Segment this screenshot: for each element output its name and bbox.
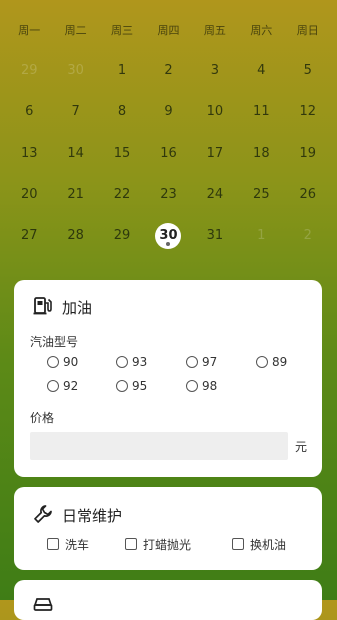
maintenance-item-car-wash[interactable]: 洗车 xyxy=(47,535,89,553)
fuel-option-95[interactable]: 95 xyxy=(116,377,147,395)
price-input[interactable] xyxy=(30,432,288,460)
calendar-day-outside[interactable]: 1 xyxy=(238,226,284,246)
calendar-day[interactable]: 24 xyxy=(192,185,238,205)
fuel-option-98[interactable]: 98 xyxy=(186,377,217,395)
maintenance-item-oil-change[interactable]: 换机油 xyxy=(232,535,286,553)
calendar-day[interactable]: 17 xyxy=(192,144,238,164)
weekday-label: 周三 xyxy=(111,24,134,37)
calendar-week: 29 30 1 2 3 4 5 xyxy=(6,61,331,81)
calendar-day[interactable]: 23 xyxy=(145,185,191,205)
weekday-label: 周五 xyxy=(203,24,226,37)
maintenance-item-label: 换机油 xyxy=(250,537,287,552)
calendar-day[interactable]: 22 xyxy=(99,185,145,205)
today-number: 30 xyxy=(159,228,178,243)
calendar-day-outside[interactable]: 29 xyxy=(6,61,52,81)
maintenance-item-wax-polish[interactable]: 打蜡抛光 xyxy=(125,535,191,553)
car-icon xyxy=(32,592,54,614)
price-unit: 元 xyxy=(295,440,308,454)
fuel-option-label: 98 xyxy=(202,379,218,393)
calendar-day[interactable]: 1 xyxy=(99,61,145,81)
weekday-label: 周二 xyxy=(64,24,87,37)
calendar-day[interactable]: 18 xyxy=(238,144,284,164)
fuel-pump-icon xyxy=(32,295,54,317)
radio-circle xyxy=(256,356,268,368)
calendar-week: 6 7 8 9 10 11 12 xyxy=(6,102,331,122)
calendar-day[interactable]: 9 xyxy=(145,102,191,122)
fuel-card-title: 加油 xyxy=(62,299,93,317)
calendar-week: 27 28 29 30 31 1 2 xyxy=(6,223,331,249)
calendar-day[interactable]: 12 xyxy=(285,102,331,122)
fuel-option-label: 89 xyxy=(272,355,288,369)
calendar-day[interactable]: 5 xyxy=(285,61,331,81)
radio-circle xyxy=(116,356,128,368)
calendar-week: 20 21 22 23 24 25 26 xyxy=(6,185,331,205)
maintenance-item-label: 洗车 xyxy=(65,537,90,552)
maintenance-card: 日常维护 洗车 打蜡抛光 换机油 xyxy=(14,487,322,570)
fuel-card: 加油 汽油型号 90 93 97 89 92 95 98 价格 元 xyxy=(14,280,322,477)
fuel-option-93[interactable]: 93 xyxy=(116,353,147,371)
weekday-label: 周四 xyxy=(157,24,180,37)
radio-circle xyxy=(186,356,198,368)
calendar-day[interactable]: 11 xyxy=(238,102,284,122)
maintenance-card-title: 日常维护 xyxy=(62,507,123,525)
calendar-day[interactable]: 25 xyxy=(238,185,284,205)
calendar-day[interactable]: 26 xyxy=(285,185,331,205)
calendar-day[interactable]: 2 xyxy=(145,61,191,81)
weekday-label: 周六 xyxy=(250,24,273,37)
checkbox xyxy=(232,538,244,550)
calendar-day[interactable]: 27 xyxy=(6,226,52,246)
weekday-label: 周一 xyxy=(18,24,41,37)
fuel-option-90[interactable]: 90 xyxy=(47,353,78,371)
calendar-day[interactable]: 8 xyxy=(99,102,145,122)
calendar-day[interactable]: 21 xyxy=(52,185,98,205)
radio-circle xyxy=(47,380,59,392)
calendar-day[interactable]: 10 xyxy=(192,102,238,122)
radio-circle xyxy=(186,380,198,392)
fuel-option-label: 95 xyxy=(132,379,148,393)
calendar-day-outside[interactable]: 30 xyxy=(52,61,98,81)
calendar-day[interactable]: 28 xyxy=(52,226,98,246)
maintenance-item-label: 打蜡抛光 xyxy=(143,537,192,552)
checkbox xyxy=(47,538,59,550)
fuel-option-92[interactable]: 92 xyxy=(47,377,78,395)
fuel-option-label: 93 xyxy=(132,355,148,369)
calendar-day[interactable]: 14 xyxy=(52,144,98,164)
radio-circle xyxy=(116,380,128,392)
fuel-option-97[interactable]: 97 xyxy=(186,353,217,371)
calendar-day[interactable]: 4 xyxy=(238,61,284,81)
price-label: 价格 xyxy=(30,411,55,425)
calendar-day[interactable]: 31 xyxy=(192,226,238,246)
third-card xyxy=(14,580,322,620)
calendar-day[interactable]: 20 xyxy=(6,185,52,205)
calendar-day-today[interactable]: 30 xyxy=(145,223,191,249)
fuel-option-label: 97 xyxy=(202,355,218,369)
checkbox xyxy=(125,538,137,550)
calendar-day[interactable]: 7 xyxy=(52,102,98,122)
calendar-day-outside[interactable]: 2 xyxy=(285,226,331,246)
radio-circle xyxy=(47,356,59,368)
calendar-day[interactable]: 13 xyxy=(6,144,52,164)
calendar-week: 13 14 15 16 17 18 19 xyxy=(6,144,331,164)
calendar-day[interactable]: 16 xyxy=(145,144,191,164)
calendar-day[interactable]: 3 xyxy=(192,61,238,81)
fuel-option-89[interactable]: 89 xyxy=(256,353,287,371)
calendar-day[interactable]: 29 xyxy=(99,226,145,246)
calendar-day[interactable]: 19 xyxy=(285,144,331,164)
calendar-day[interactable]: 15 xyxy=(99,144,145,164)
wrench-icon xyxy=(32,503,54,525)
fuel-type-label: 汽油型号 xyxy=(30,335,79,349)
calendar-day[interactable]: 6 xyxy=(6,102,52,122)
fuel-option-label: 92 xyxy=(63,379,79,393)
fuel-option-label: 90 xyxy=(63,355,79,369)
weekday-header: 周一 周二 周三 周四 周五 周六 周日 xyxy=(6,21,331,41)
weekday-label: 周日 xyxy=(296,24,319,37)
